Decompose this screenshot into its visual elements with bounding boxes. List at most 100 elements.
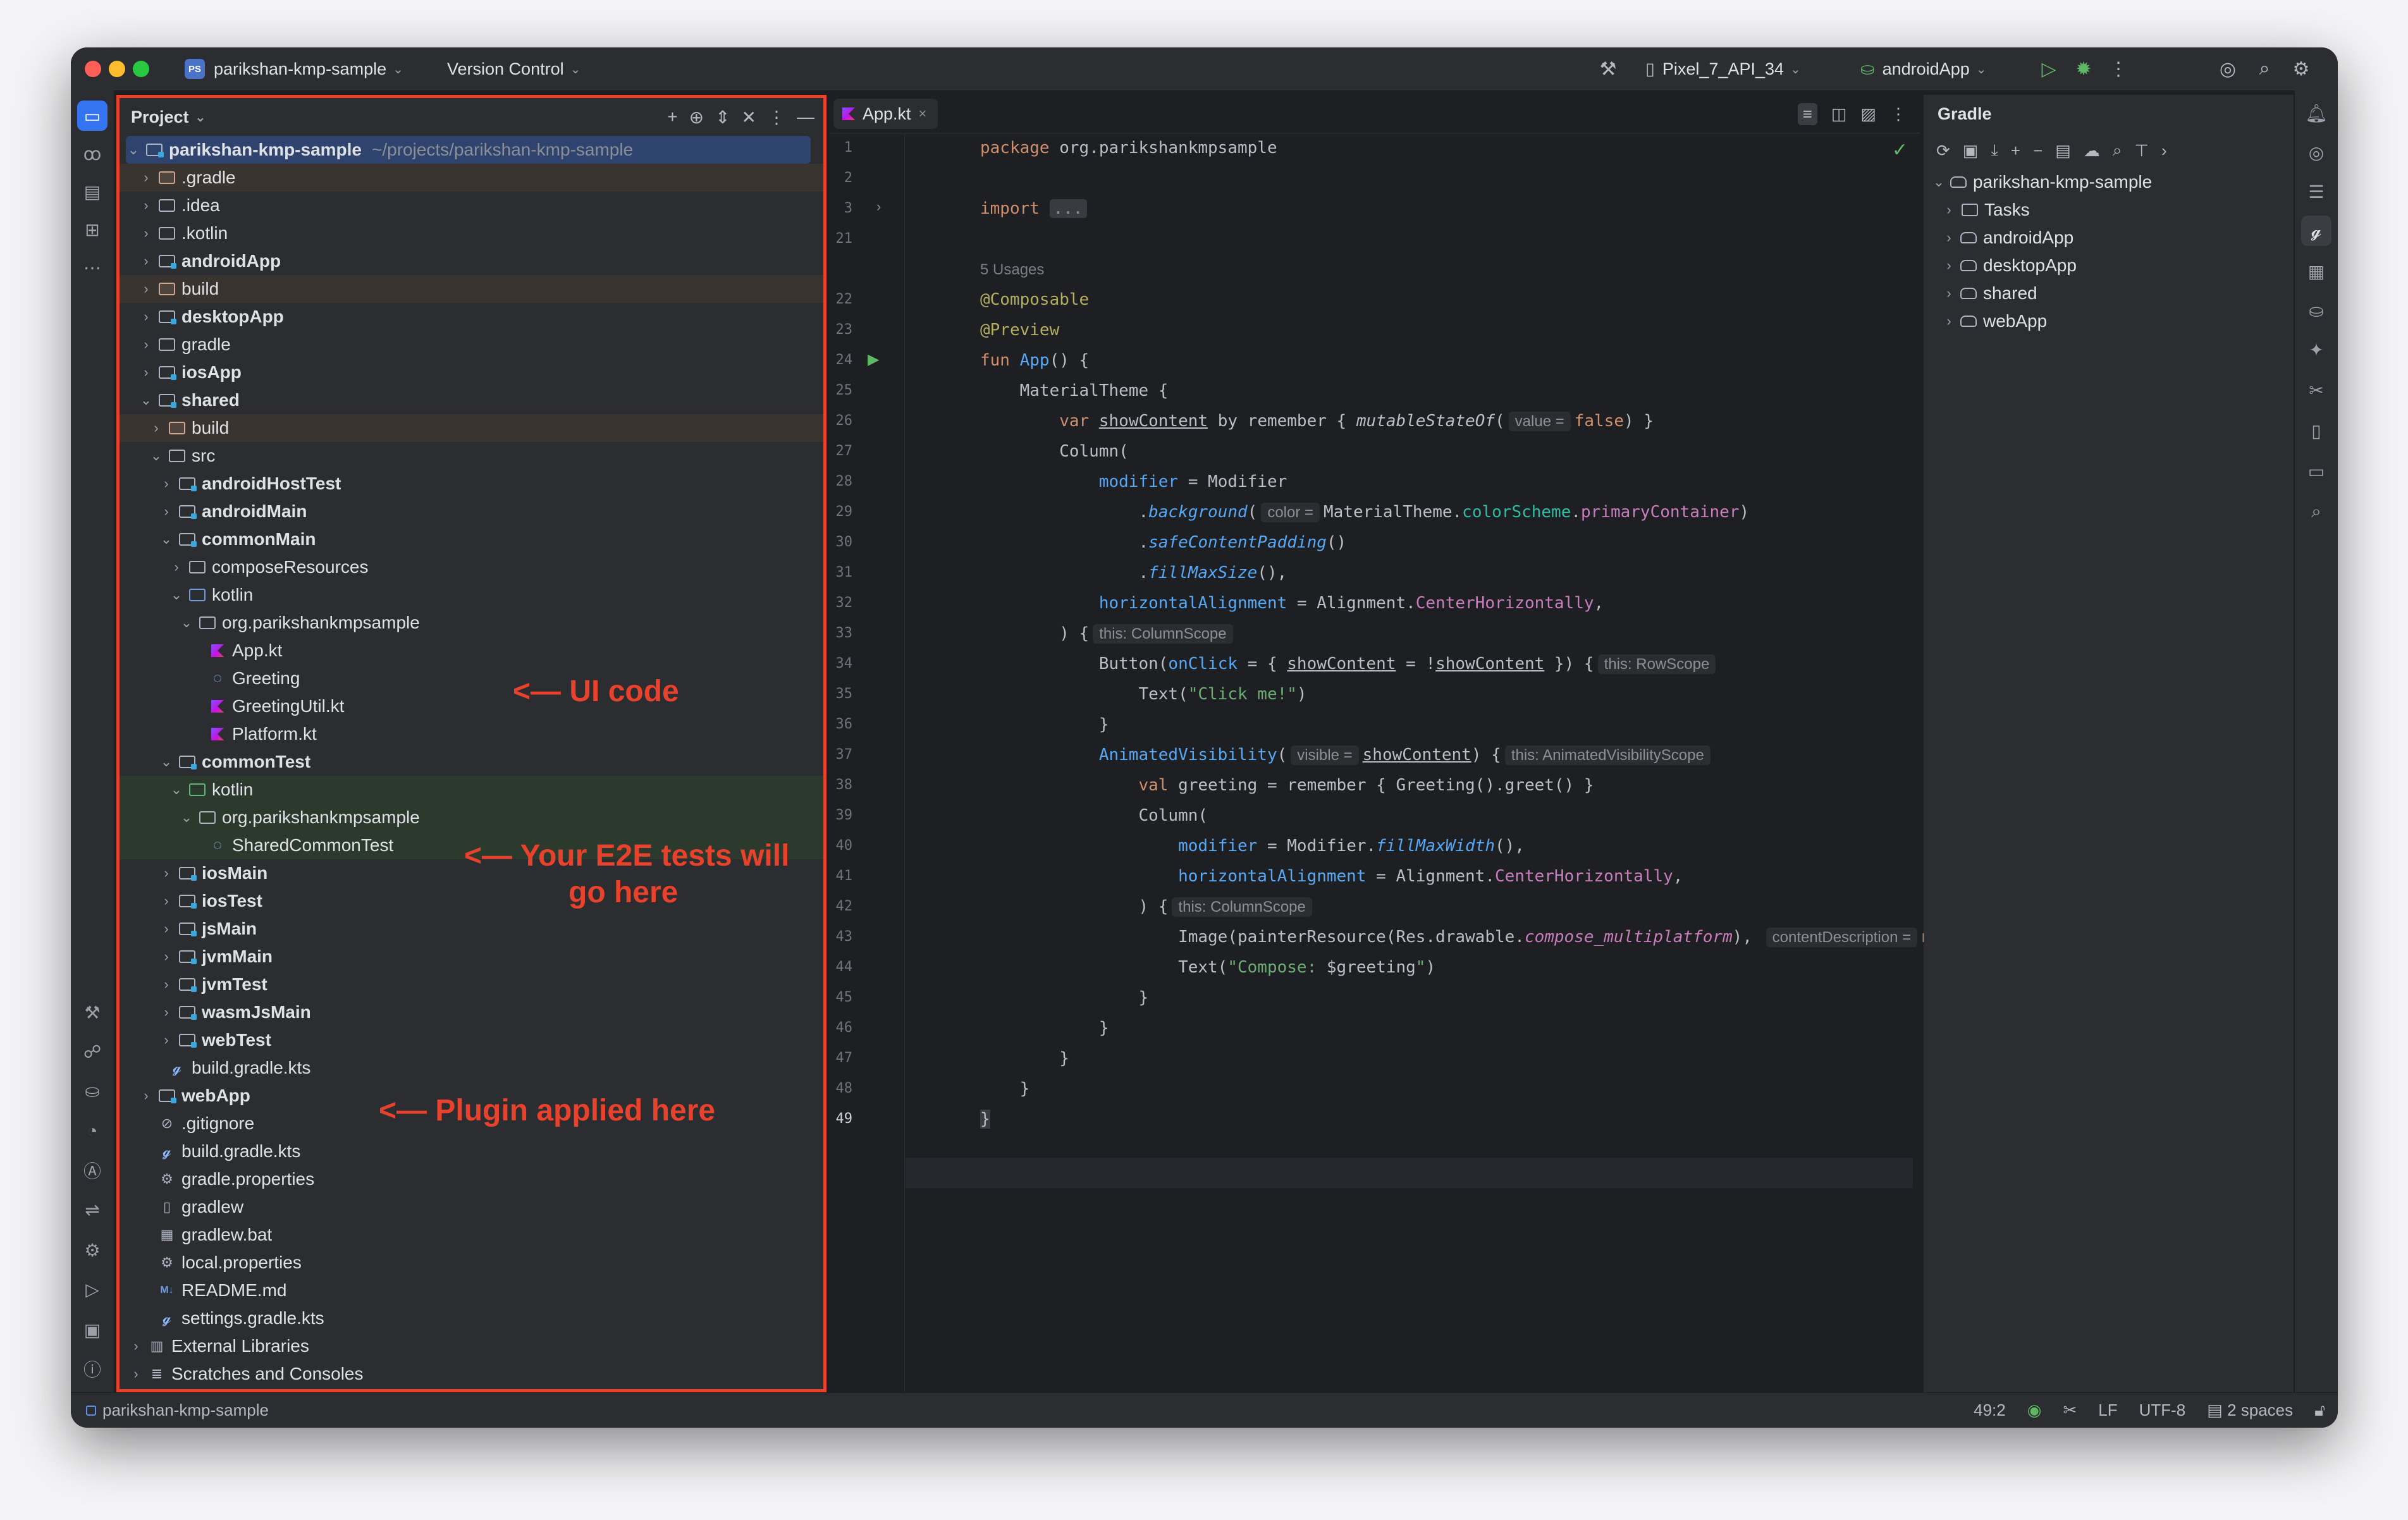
database-button[interactable]: ☰ <box>2295 174 2338 209</box>
tree-item[interactable]: › build <box>120 414 823 442</box>
tree-item[interactable]: › build <box>120 275 823 303</box>
run-config-selector[interactable]: ⛀ androidApp ⌄ <box>1860 47 1987 90</box>
split-view-icon[interactable]: ◫ <box>1831 104 1847 124</box>
code-view-icon[interactable]: ≡ <box>1797 102 1817 125</box>
device-selector[interactable]: ▯ Pixel_7_API_34 ⌄ <box>1645 47 1801 90</box>
gemini-button[interactable]: ✦ <box>2295 332 2338 367</box>
caret-position[interactable]: 49:2 <box>1974 1400 2006 1420</box>
gradle-sync-icon[interactable]: ◉ <box>2027 1400 2042 1420</box>
collapse-all-icon[interactable]: ✕ <box>742 107 756 128</box>
settings-gear-icon[interactable]: ⚙ <box>2287 47 2316 90</box>
search-icon[interactable]: ⌕ <box>2250 47 2279 90</box>
structure-button[interactable]: ⊞ <box>71 212 114 247</box>
tree-item[interactable]: › ≣ Scratches and Consoles <box>120 1360 823 1388</box>
tree-item[interactable]: GreetingUtil.kt <box>120 692 823 720</box>
minimize-window-button[interactable] <box>109 61 125 77</box>
device-manager-button[interactable]: ⛀ <box>71 1073 114 1108</box>
tree-item[interactable]: › androidApp <box>120 247 823 275</box>
expand-all-icon[interactable]: ⇕ <box>715 107 730 128</box>
tree-item[interactable]: ▦ gradlew.bat <box>120 1221 823 1249</box>
commit-tool-button[interactable]: ꝏ <box>71 136 114 171</box>
project-switcher[interactable]: PS parikshan-kmp-sample ⌄ <box>185 47 403 90</box>
device-mirroring-button[interactable]: ⛀ <box>2295 293 2338 328</box>
app-quality-button[interactable]: Ⓐ <box>71 1153 114 1188</box>
tree-item[interactable]: ⌄ commonMain <box>120 525 823 553</box>
ai-assistant-icon[interactable]: ◎ <box>2213 47 2242 90</box>
tree-item[interactable]: Platform.kt <box>120 720 823 748</box>
code-area[interactable]: package org.parikshankmpsample import ..… <box>830 133 1970 1392</box>
tree-item[interactable]: › composeResources <box>120 553 823 581</box>
tree-item[interactable]: › gradle <box>120 331 823 359</box>
design-view-icon[interactable]: ▨ <box>1860 104 1876 124</box>
offline-mode-icon[interactable]: ☁ <box>2084 141 2100 161</box>
notifications-button[interactable]: 🔔︎ <box>2295 95 2338 131</box>
file-encoding[interactable]: UTF-8 <box>2139 1400 2186 1420</box>
editor-tab-app-kt[interactable]: App.kt × <box>833 99 938 129</box>
services-button[interactable]: ⇌ <box>71 1192 114 1227</box>
build-variants-button[interactable]: ⌕ <box>2295 494 2338 529</box>
emulator-button[interactable]: ✂ <box>2295 372 2338 408</box>
running-devices-button[interactable]: ▦ <box>2295 254 2338 289</box>
add-icon[interactable]: + <box>667 107 677 127</box>
tree-item[interactable]: ⚙ local.properties <box>120 1249 823 1277</box>
tree-item[interactable]: 𝓰 build.gradle.kts <box>120 1137 823 1165</box>
tree-item[interactable]: 𝓰 settings.gradle.kts <box>120 1304 823 1332</box>
run-tool-button[interactable]: ▷ <box>71 1272 114 1307</box>
hide-icon[interactable]: — <box>797 107 814 127</box>
execute-task-icon[interactable]: ⌕ <box>2113 140 2122 161</box>
tools-icon[interactable]: ✂ <box>2063 1400 2077 1420</box>
link-project-icon[interactable]: ▣ <box>1963 141 1979 161</box>
tree-item[interactable]: ⌄ src <box>120 442 823 470</box>
more-tools-button[interactable]: ⋯ <box>71 250 114 285</box>
usages-inlay[interactable]: 5 Usages <box>980 254 1044 285</box>
breadcrumb[interactable]: parikshan-kmp-sample <box>86 1393 269 1428</box>
tree-item[interactable]: ⌄ shared <box>120 386 823 414</box>
chevron-right-icon[interactable]: › <box>2161 141 2167 161</box>
settings-button[interactable]: ⚙ <box>71 1232 114 1268</box>
maximize-window-button[interactable] <box>133 61 149 77</box>
options-icon[interactable]: ⋮ <box>768 107 785 128</box>
hammer-build-icon[interactable]: ⚒ <box>1594 47 1623 90</box>
app-inspection-button[interactable]: ◔ <box>71 1113 114 1149</box>
gradle-item-tasks[interactable]: › Tasks <box>1924 196 2294 224</box>
line-separator[interactable]: LF <box>2098 1400 2117 1420</box>
close-window-button[interactable] <box>85 61 101 77</box>
version-control-menu[interactable]: Version Control ⌄ <box>447 47 580 90</box>
locate-icon[interactable]: ⊕ <box>689 107 704 128</box>
tree-item[interactable]: › .idea <box>120 192 823 219</box>
gradle-item[interactable]: › shared <box>1924 279 2294 307</box>
tree-item[interactable]: › jvmTest <box>120 971 823 998</box>
logcat-button[interactable]: ☍ <box>71 1034 114 1069</box>
tree-item[interactable]: ⚙ gradle.properties <box>120 1165 823 1193</box>
more-options-icon[interactable]: ⋮ <box>1890 104 1907 124</box>
tree-item[interactable]: ⌄ org.parikshankmpsample <box>120 609 823 637</box>
tree-item[interactable]: ⌄ kotlin <box>120 776 823 804</box>
tree-item[interactable]: › iosApp <box>120 359 823 386</box>
tree-item[interactable]: › jsMain <box>120 915 823 943</box>
tree-item[interactable]: ◌ Greeting <box>120 665 823 692</box>
download-icon[interactable]: ⤓ <box>1991 140 1998 161</box>
resource-manager-button[interactable]: ▤ <box>71 174 114 209</box>
tree-item[interactable]: › androidHostTest <box>120 470 823 498</box>
tree-item[interactable]: › jvmMain <box>120 943 823 971</box>
lock-icon[interactable]: 🔓︎ <box>2314 1400 2325 1421</box>
tree-root[interactable]: ⌄ parikshan-kmp-sample ~/projects/pariks… <box>126 136 811 164</box>
tree-item[interactable]: › .kotlin <box>120 219 823 247</box>
build-tool-button[interactable]: ⚒ <box>71 995 114 1030</box>
gradle-tool-button[interactable]: 𝓰 <box>2295 213 2338 248</box>
tree-item[interactable]: › wasmJsMain <box>120 998 823 1026</box>
reload-icon[interactable]: ⟳ <box>1936 141 1950 161</box>
tree-item[interactable]: ⌄ org.parikshankmpsample <box>120 804 823 831</box>
tree-item[interactable]: ⌄ kotlin <box>120 581 823 609</box>
show-tasks-icon[interactable]: ▤ <box>2055 141 2071 161</box>
expand-icon[interactable]: + <box>2011 141 2020 161</box>
debug-icon[interactable]: ✹ <box>2069 47 2098 90</box>
collapse-icon[interactable]: − <box>2033 141 2042 161</box>
indent-widget[interactable]: ▤ 2 spaces <box>2207 1400 2293 1420</box>
device-explorer-button[interactable]: ▯ <box>2295 413 2338 448</box>
gradle-item[interactable]: › androidApp <box>1924 224 2294 252</box>
run-icon[interactable]: ▷ <box>2034 47 2063 90</box>
close-tab-icon[interactable]: × <box>919 106 927 122</box>
gradle-item[interactable]: › webApp <box>1924 307 2294 335</box>
tree-item[interactable]: App.kt <box>120 637 823 665</box>
